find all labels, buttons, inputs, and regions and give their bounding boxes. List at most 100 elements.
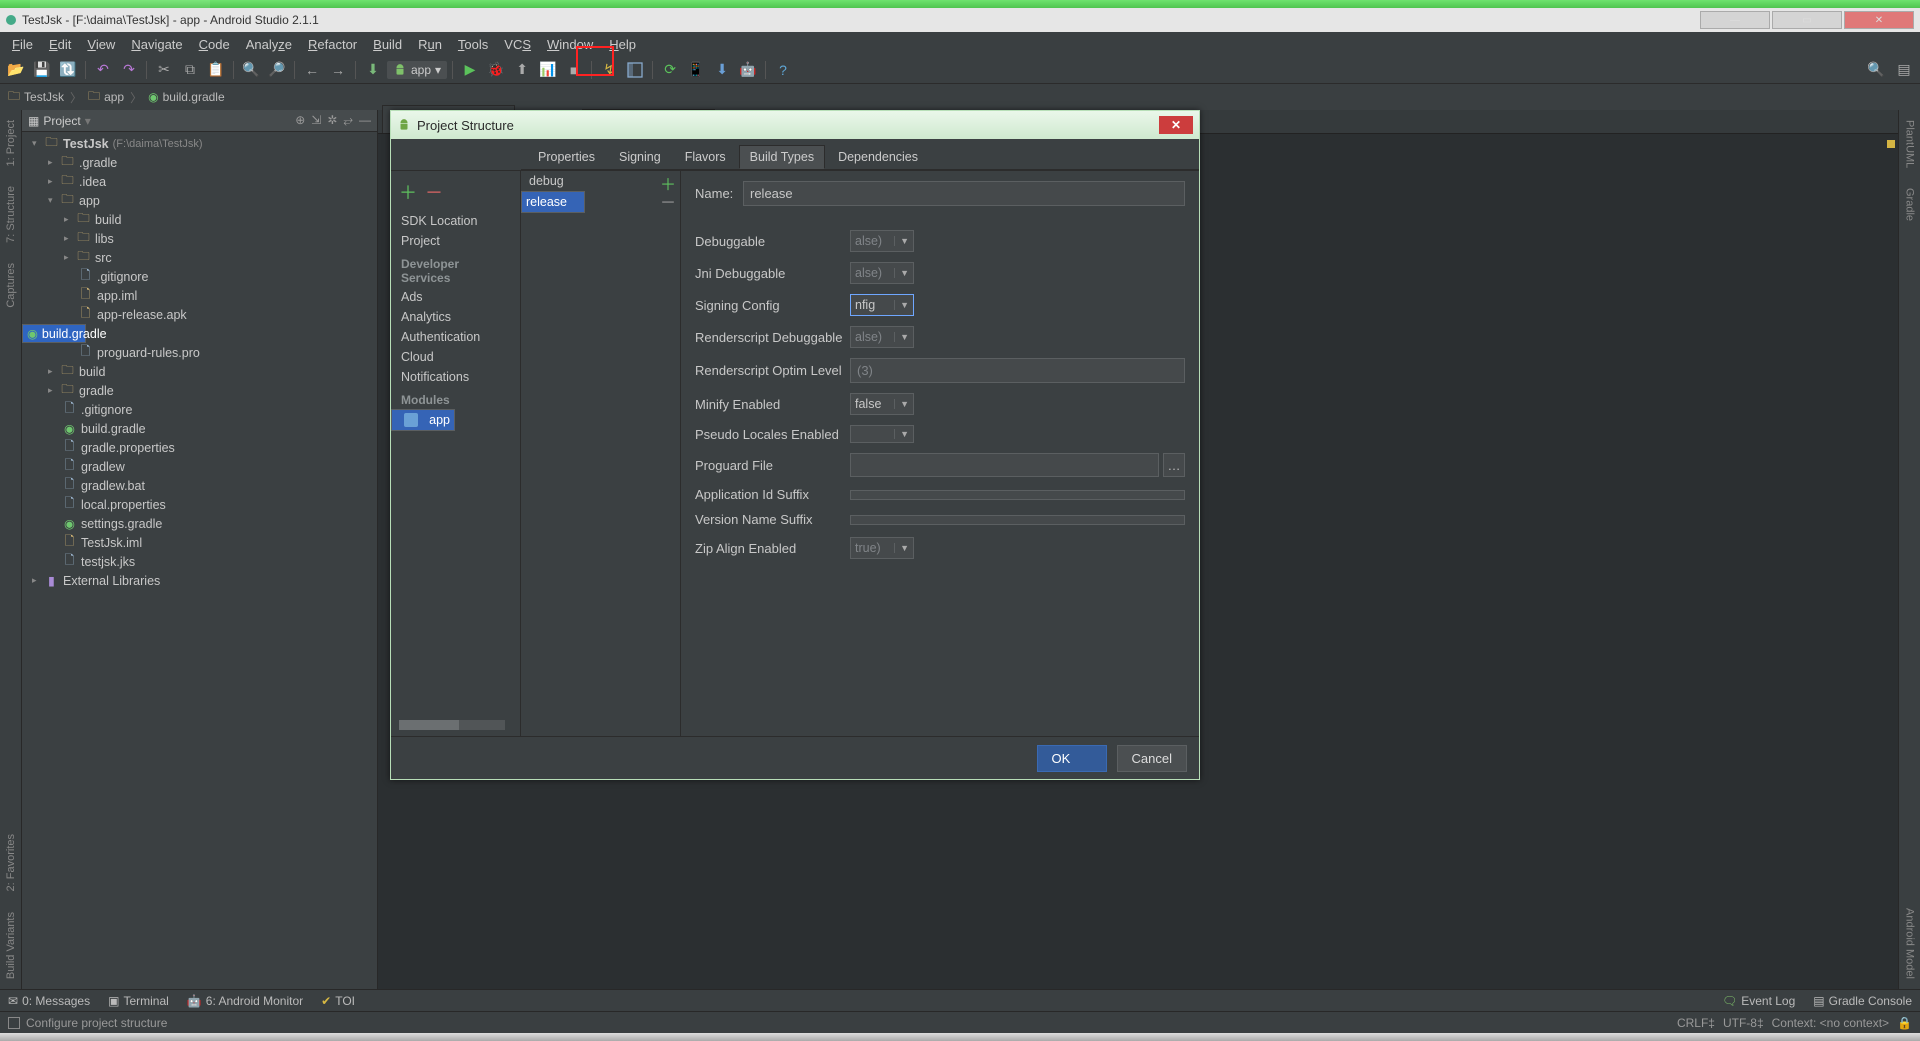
- tree-item[interactable]: 🗋gradlew.bat: [22, 476, 377, 495]
- proguard-file-field[interactable]: [850, 453, 1159, 477]
- minus-icon[interactable]: －: [425, 179, 443, 205]
- remove-build-type-button[interactable]: －: [660, 193, 676, 209]
- hide-icon[interactable]: —: [359, 113, 371, 128]
- sidebar-project[interactable]: Project: [391, 231, 520, 251]
- plus-icon[interactable]: ＋: [399, 179, 417, 205]
- tab-signing[interactable]: Signing: [608, 145, 672, 169]
- tree-item[interactable]: 🗋.gitignore: [22, 267, 377, 286]
- help-icon[interactable]: ?: [771, 59, 795, 81]
- debug-icon[interactable]: 🐞: [484, 59, 508, 81]
- tree-item[interactable]: ▸🗀build: [22, 362, 377, 381]
- tree-root[interactable]: ▾🗀TestJsk(F:\daima\TestJsk): [22, 134, 377, 153]
- sdk-icon[interactable]: ⬇: [710, 59, 734, 81]
- tree-item[interactable]: 🗋gradlew: [22, 457, 377, 476]
- toggle-tool-windows-button[interactable]: [8, 1017, 20, 1029]
- tree-item[interactable]: ▸🗀gradle: [22, 381, 377, 400]
- menu-window[interactable]: Window: [539, 35, 601, 54]
- menu-file[interactable]: File: [4, 35, 41, 54]
- renderscript-debuggable-select[interactable]: alse)▼: [850, 326, 914, 348]
- tab-messages[interactable]: ✉0: Messages: [8, 994, 90, 1008]
- menu-refactor[interactable]: Refactor: [300, 35, 365, 54]
- tree-item[interactable]: 🗋proguard-rules.pro: [22, 343, 377, 362]
- run-icon[interactable]: ▶: [458, 59, 482, 81]
- tree-item[interactable]: 🗋gradle.properties: [22, 438, 377, 457]
- menu-edit[interactable]: Edit: [41, 35, 79, 54]
- sidebar-authentication[interactable]: Authentication: [391, 327, 520, 347]
- sync-all-icon[interactable]: ⟳: [658, 59, 682, 81]
- close-button[interactable]: ✕: [1844, 11, 1914, 29]
- tree-item[interactable]: ▸🗀libs: [22, 229, 377, 248]
- line-separator-indicator[interactable]: CRLF‡: [1677, 1016, 1715, 1030]
- minify-enabled-select[interactable]: false▼: [850, 393, 914, 415]
- tab-event-log[interactable]: 🗨Event Log: [1722, 994, 1795, 1008]
- make-icon[interactable]: ⬇: [361, 59, 385, 81]
- back-icon[interactable]: ←: [300, 59, 324, 81]
- zip-align-select[interactable]: true)▼: [850, 537, 914, 559]
- tab-todo[interactable]: ✔TOI: [321, 994, 355, 1008]
- tree-item[interactable]: 🗋.gitignore: [22, 400, 377, 419]
- tab-dependencies[interactable]: Dependencies: [827, 145, 929, 169]
- menu-view[interactable]: View: [79, 35, 123, 54]
- encoding-indicator[interactable]: UTF-8‡: [1723, 1016, 1764, 1030]
- minimize-button[interactable]: —: [1700, 11, 1770, 29]
- menu-build[interactable]: Build: [365, 35, 410, 54]
- breadcrumb-module[interactable]: 🗀 app: [88, 87, 124, 108]
- tab-project[interactable]: 1: Project: [3, 110, 19, 176]
- build-type-release[interactable]: release: [521, 191, 585, 213]
- dialog-close-button[interactable]: ✕: [1159, 116, 1193, 134]
- ddms-icon[interactable]: 🤖: [736, 59, 760, 81]
- expand-icon[interactable]: ⥂: [343, 113, 353, 128]
- tree-item[interactable]: 🗋testjsk.jks: [22, 552, 377, 571]
- tab-gradle-console[interactable]: ▤Gradle Console: [1813, 994, 1912, 1008]
- tab-plantuml[interactable]: PlantUML: [1902, 110, 1918, 178]
- breadcrumb-root[interactable]: 🗀 TestJsk: [8, 87, 64, 108]
- tab-favorites[interactable]: 2: Favorites: [3, 824, 19, 901]
- run-config-selector[interactable]: app ▾: [387, 61, 447, 79]
- sync-gradle-icon[interactable]: ↯: [597, 59, 621, 81]
- sidebar-notifications[interactable]: Notifications: [391, 367, 520, 387]
- application-id-suffix-field[interactable]: [850, 490, 1185, 500]
- cut-icon[interactable]: ✂: [152, 59, 176, 81]
- chevron-down-icon[interactable]: ▾: [85, 114, 91, 128]
- redo-icon[interactable]: ↷: [117, 59, 141, 81]
- menu-tools[interactable]: Tools: [450, 35, 496, 54]
- project-tree[interactable]: ▾🗀TestJsk(F:\daima\TestJsk) ▸🗀.gradle ▸🗀…: [22, 132, 377, 989]
- project-structure-icon[interactable]: [623, 59, 647, 81]
- menu-vcs[interactable]: VCS: [496, 35, 539, 54]
- tab-android-monitor[interactable]: 🤖6: Android Monitor: [187, 994, 303, 1008]
- tree-item[interactable]: ◉settings.gradle: [22, 514, 377, 533]
- sync-icon[interactable]: 🔃: [56, 59, 80, 81]
- find-icon[interactable]: 🔍: [239, 59, 263, 81]
- cancel-button[interactable]: Cancel: [1117, 745, 1187, 772]
- avd-icon[interactable]: 📱: [684, 59, 708, 81]
- jni-debuggable-select[interactable]: alse)▼: [850, 262, 914, 284]
- tab-gradle[interactable]: Gradle: [1902, 178, 1918, 231]
- attach-icon[interactable]: ⬆: [510, 59, 534, 81]
- open-icon[interactable]: 📂: [4, 59, 28, 81]
- name-field[interactable]: release: [743, 181, 1185, 206]
- tree-item[interactable]: ▸🗀.idea: [22, 172, 377, 191]
- tab-structure[interactable]: 7: Structure: [3, 176, 19, 253]
- sidebar-sdk-location[interactable]: SDK Location: [391, 211, 520, 231]
- tree-item[interactable]: 🗋local.properties: [22, 495, 377, 514]
- settings-tray-icon[interactable]: ▤: [1892, 59, 1916, 81]
- pseudo-locales-select[interactable]: ▼: [850, 425, 914, 443]
- context-indicator[interactable]: Context: <no context>: [1772, 1016, 1889, 1030]
- undo-icon[interactable]: ↶: [91, 59, 115, 81]
- stop-icon[interactable]: ■: [562, 59, 586, 81]
- tab-properties[interactable]: Properties: [527, 145, 606, 169]
- breadcrumb-file[interactable]: ◉ build.gradle: [148, 90, 225, 104]
- gear-icon[interactable]: ✲: [327, 113, 337, 128]
- tree-item-app[interactable]: ▾🗀app: [22, 191, 377, 210]
- build-type-debug[interactable]: debug: [521, 171, 680, 191]
- sidebar-scrollbar[interactable]: [399, 720, 505, 730]
- copy-icon[interactable]: ⧉: [178, 59, 202, 81]
- renderscript-optim-field[interactable]: (3): [850, 358, 1185, 383]
- debuggable-select[interactable]: alse)▼: [850, 230, 914, 252]
- tab-build-types[interactable]: Build Types: [739, 145, 825, 169]
- sidebar-cloud[interactable]: Cloud: [391, 347, 520, 367]
- tree-item[interactable]: 🗋TestJsk.iml: [22, 533, 377, 552]
- menu-run[interactable]: Run: [410, 35, 450, 54]
- tab-build-variants[interactable]: Build Variants: [3, 902, 19, 989]
- maximize-button[interactable]: ▭: [1772, 11, 1842, 29]
